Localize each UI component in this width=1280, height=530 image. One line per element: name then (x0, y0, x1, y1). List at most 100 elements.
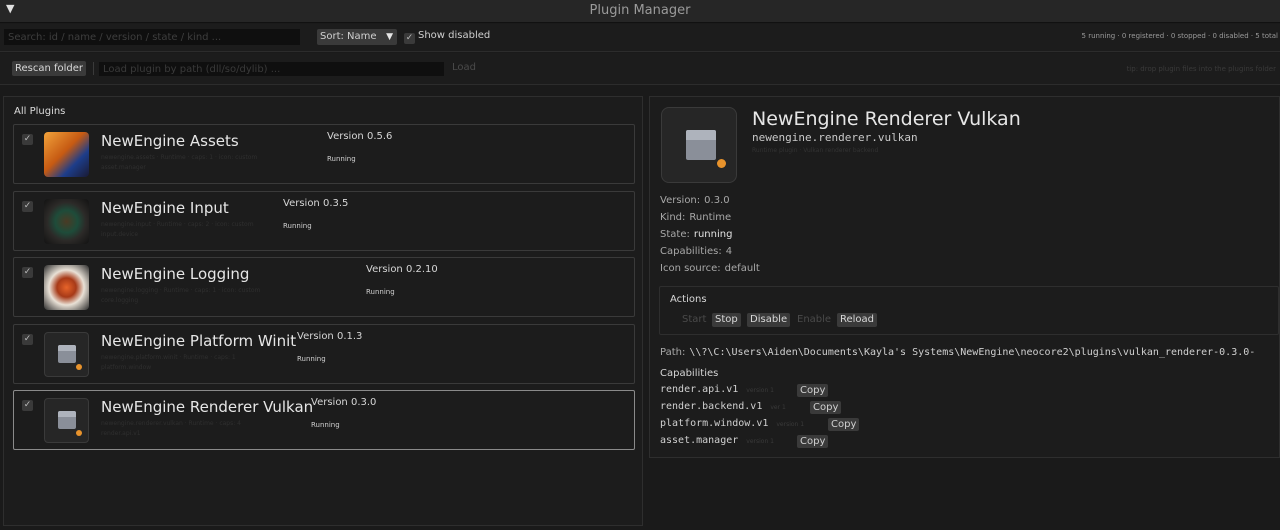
plugin-path: Path: \\?\C:\Users\Aiden\Documents\Kayla'… (660, 347, 1255, 358)
plugin-name: NewEngine Platform Winit (101, 332, 297, 350)
icon-source-label: Icon source: (660, 263, 721, 274)
path-label: Path: (660, 347, 686, 358)
plugin-enabled-checkbox[interactable]: ✓ (22, 400, 33, 411)
status-summary: 5 running · 0 registered · 0 stopped · 0… (1081, 32, 1278, 40)
copy-button[interactable]: Copy (810, 401, 842, 414)
plugin-meta: newengine.input · Runtime · caps: 2 · ic… (101, 221, 254, 228)
plugin-state: Running (327, 155, 356, 163)
copy-button[interactable]: Copy (797, 384, 829, 397)
plugin-name: NewEngine Renderer Vulkan (101, 398, 314, 416)
capability-version: version 1 (776, 421, 805, 428)
plugin-meta: newengine.assets · Runtime · caps: 1 · i… (101, 154, 258, 161)
plugin-version: Version 0.5.6 (327, 131, 393, 142)
input-plugin-icon (44, 199, 89, 244)
plugin-meta-caps: asset.manager (101, 164, 146, 171)
capability-row: render.api.v1 version 1 Copy (660, 384, 829, 398)
cube-icon (58, 411, 76, 429)
plugin-state: Running (297, 355, 326, 363)
chevron-down-icon: ▼ (386, 32, 393, 42)
copy-button[interactable]: Copy (828, 418, 860, 431)
capability-name: asset.manager (660, 435, 739, 446)
actions-label: Actions (670, 294, 707, 305)
load-hint: tip: drop plugin files into the plugins … (1126, 65, 1276, 73)
plugin-version: Version 0.3.0 (311, 397, 377, 408)
kind-value: Runtime (689, 212, 732, 223)
start-button[interactable]: Start (679, 313, 709, 327)
capability-name: render.backend.v1 (660, 401, 763, 412)
assets-plugin-icon (44, 132, 89, 177)
title-bar: ▼ Plugin Manager (0, 0, 1280, 23)
copy-button[interactable]: Copy (797, 435, 829, 448)
rescan-folder-button[interactable]: Rescan folder (12, 61, 87, 76)
plugin-card-platform-winit[interactable]: ✓ NewEngine Platform Winit Version 0.1.3… (13, 324, 635, 384)
show-disabled-label: Show disabled (418, 30, 491, 41)
plugin-enabled-checkbox[interactable]: ✓ (22, 334, 33, 345)
plugin-card-renderer-vulkan[interactable]: ✓ NewEngine Renderer Vulkan Version 0.3.… (13, 390, 635, 450)
plugin-meta: newengine.renderer.vulkan · Runtime · ca… (101, 420, 241, 427)
icon-source-value: default (724, 263, 760, 274)
plugin-card-input[interactable]: ✓ NewEngine Input Version 0.3.5 Running … (13, 191, 635, 251)
logging-plugin-icon (44, 265, 89, 310)
plugin-state: Running (366, 288, 395, 296)
plugin-state: Running (311, 421, 340, 429)
plugin-list-heading: All Plugins (14, 106, 66, 117)
capability-row: platform.window.v1 version 1 Copy (660, 418, 860, 432)
plugin-meta: newengine.logging · Runtime · caps: 1 · … (101, 287, 261, 294)
version-value: 0.3.0 (704, 195, 730, 206)
plugin-large-icon (661, 107, 737, 183)
capabilities-heading: Capabilities (660, 368, 719, 379)
load-bar: Rescan folder Load tip: drop plugin file… (0, 53, 1280, 85)
plugin-name: NewEngine Input (101, 199, 229, 217)
icon-source-field: Icon source: default (660, 263, 760, 274)
reload-button[interactable]: Reload (837, 313, 878, 327)
kind-field: Kind: Runtime (660, 212, 731, 223)
show-disabled-toggle[interactable]: ✓ Show disabled (404, 30, 490, 44)
sort-label: Sort: Name (320, 31, 377, 42)
disable-button[interactable]: Disable (747, 313, 791, 327)
plugin-state: Running (283, 222, 312, 230)
version-field: Version: 0.3.0 (660, 195, 730, 206)
enable-button[interactable]: Enable (794, 313, 834, 327)
plugin-path-input[interactable] (99, 62, 444, 76)
plugin-title: NewEngine Renderer Vulkan (752, 108, 1021, 130)
filter-bar: Sort: Name ▼ ✓Show disabled 5 running · … (0, 24, 1280, 52)
plugin-name: NewEngine Assets (101, 132, 239, 150)
plugin-subtitle: Runtime plugin · Vulkan renderer backend (752, 147, 879, 154)
actions-group: Actions Start Stop Disable Enable Reload (659, 286, 1279, 335)
state-field: State: running (660, 229, 732, 240)
plugin-meta-caps: core.logging (101, 297, 139, 304)
capability-version: version 1 (746, 387, 774, 394)
state-value: running (693, 229, 733, 240)
plugin-card-logging[interactable]: ✓ NewEngine Logging Version 0.2.10 Runni… (13, 257, 635, 317)
plugin-enabled-checkbox[interactable]: ✓ (22, 134, 33, 145)
plugin-meta-caps: render.api.v1 (101, 430, 141, 437)
plugin-enabled-checkbox[interactable]: ✓ (22, 267, 33, 278)
sort-dropdown[interactable]: Sort: Name ▼ (317, 29, 397, 45)
path-value: \\?\C:\Users\Aiden\Documents\Kayla's Sys… (689, 347, 1256, 358)
capability-row: asset.manager version 1 Copy (660, 435, 829, 449)
version-label: Version: (660, 195, 701, 206)
plugin-meta-caps: platform.window (101, 364, 152, 371)
plugin-version: Version 0.3.5 (283, 198, 349, 209)
search-input[interactable] (4, 29, 300, 45)
status-dot-icon (76, 364, 82, 370)
default-plugin-icon (44, 332, 89, 377)
cube-icon (58, 345, 76, 363)
plugin-card-assets[interactable]: ✓ NewEngine Assets Version 0.5.6 Running… (13, 124, 635, 184)
cube-icon (686, 130, 716, 160)
capability-row: render.backend.v1 ver 1 Copy (660, 401, 842, 415)
plugin-version: Version 0.2.10 (366, 264, 438, 275)
plugin-version: Version 0.1.3 (297, 331, 363, 342)
capabilities-count-field: Capabilities: 4 (660, 246, 732, 257)
plugin-list-panel: All Plugins ✓ NewEngine Assets Version 0… (3, 96, 643, 526)
capability-version: version 1 (746, 438, 774, 445)
checkbox-icon[interactable]: ✓ (404, 33, 415, 44)
load-button[interactable]: Load (452, 62, 476, 73)
stop-button[interactable]: Stop (712, 313, 741, 327)
capability-name: platform.window.v1 (660, 418, 769, 429)
plugin-enabled-checkbox[interactable]: ✓ (22, 201, 33, 212)
capability-version: ver 1 (770, 404, 786, 411)
plugin-name: NewEngine Logging (101, 265, 250, 283)
status-dot-icon (76, 430, 82, 436)
plugin-id: newengine.renderer.vulkan (752, 131, 918, 144)
